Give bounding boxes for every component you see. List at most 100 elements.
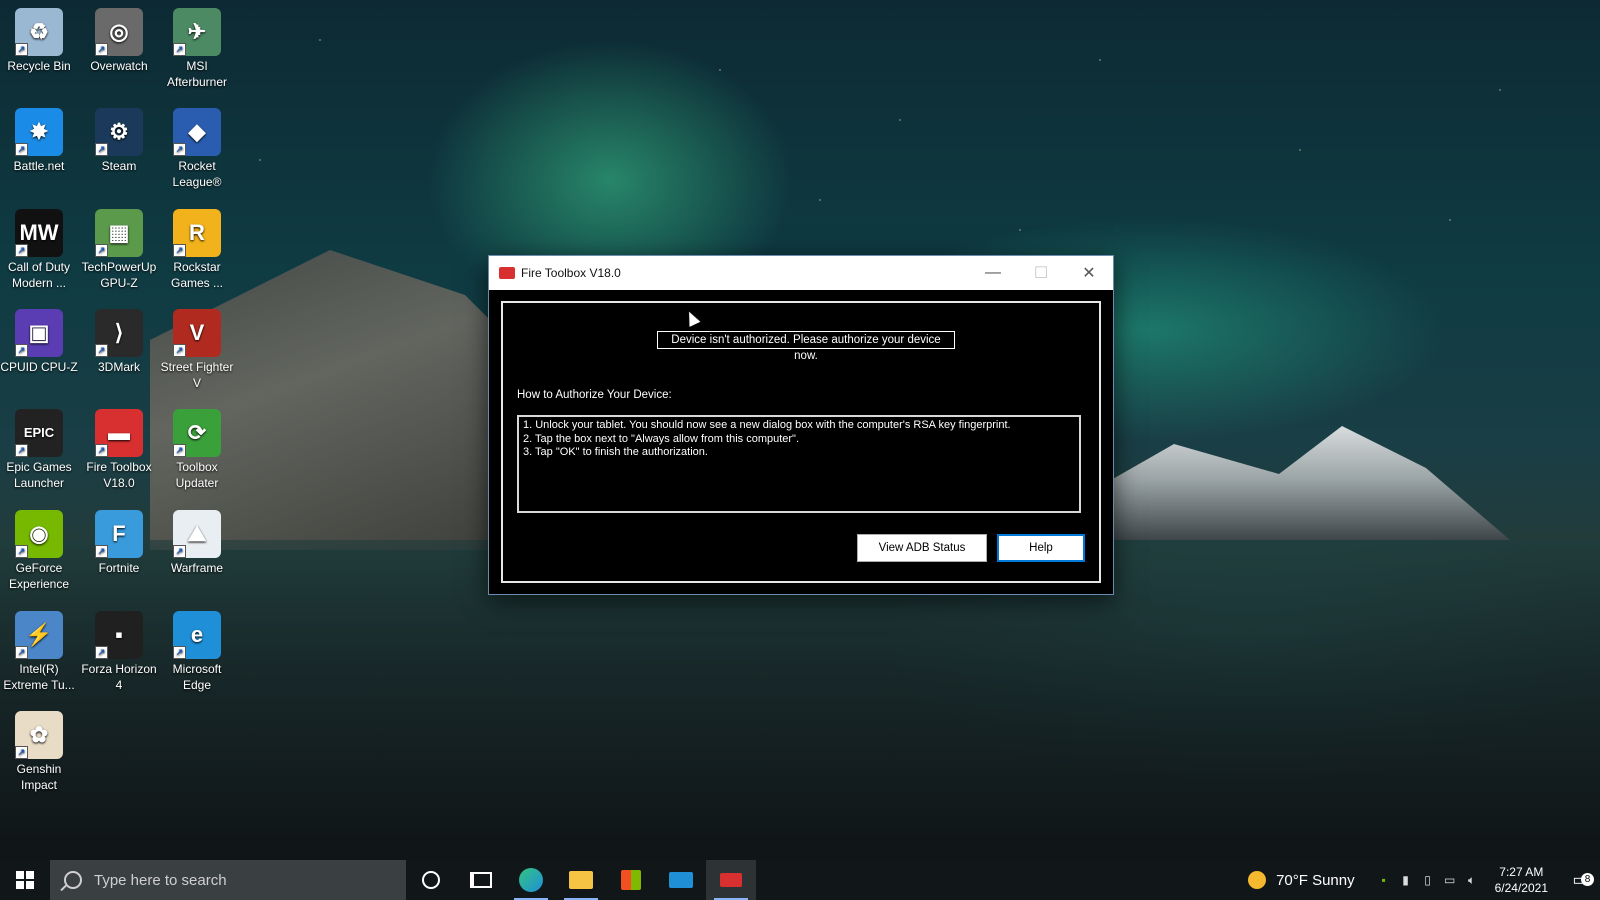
taskbar-file-explorer[interactable] [556, 860, 606, 900]
network-icon[interactable]: ▭ [1439, 860, 1461, 900]
window-title: Fire Toolbox V18.0 [521, 266, 621, 280]
desktop-icon[interactable]: ▣ ↗ CPUID CPU-Z [0, 305, 78, 375]
nvidia-tray-icon[interactable]: ▪ [1373, 860, 1395, 900]
desktop-icon[interactable]: ⚡ ↗ Intel(R) Extreme Tu... [0, 607, 78, 693]
taskbar-edge[interactable] [506, 860, 556, 900]
desktop-icon[interactable]: F ↗ Fortnite [80, 506, 158, 576]
msi-afterburner-icon: ✈ ↗ [173, 8, 221, 56]
battery-icon[interactable]: ▯ [1417, 860, 1439, 900]
wallpaper-mountain-right [1090, 426, 1510, 540]
weather-widget[interactable]: 70°F Sunny [1276, 872, 1355, 889]
desktop-icon-label: 3DMark [97, 360, 140, 374]
cpu-z-icon: ▣ ↗ [15, 309, 63, 357]
task-view-button[interactable] [456, 860, 506, 900]
action-center-button[interactable]: ▭ 8 [1560, 870, 1600, 890]
desktop-icon-label: Call of Duty Modern ... [7, 260, 71, 290]
desktop-icon-label: Epic Games Launcher [6, 460, 72, 490]
desktop-icon-label: Forza Horizon 4 [81, 662, 157, 692]
desktop-icon-label: Recycle Bin [7, 59, 71, 73]
shortcut-arrow-icon: ↗ [95, 344, 108, 357]
shortcut-arrow-icon: ↗ [173, 43, 186, 56]
taskbar-store[interactable] [606, 860, 656, 900]
step-item: 1. Unlock your tablet. You should now se… [523, 419, 1011, 431]
edge-icon [519, 868, 543, 892]
toolbox-icon [499, 267, 515, 279]
cortana-button[interactable] [406, 860, 456, 900]
step-item: 2. Tap the box next to "Always allow fro… [523, 432, 800, 445]
maximize-button[interactable]: ☐ [1017, 256, 1065, 290]
desktop-icon-label: Overwatch [90, 59, 148, 73]
desktop-icon-label: Warframe [170, 561, 224, 575]
minimize-button[interactable]: — [969, 256, 1017, 290]
view-adb-status-button[interactable]: View ADB Status [857, 534, 987, 562]
windows-logo-icon [16, 871, 34, 889]
steps-textbox[interactable]: 1. Unlock your tablet. You should now se… [517, 415, 1081, 513]
shortcut-arrow-icon: ↗ [15, 646, 28, 659]
desktop-icon[interactable]: ⛰ ↗ Warframe [158, 506, 236, 576]
window-titlebar[interactable]: Fire Toolbox V18.0 — ☐ ✕ [489, 256, 1113, 290]
forza-icon: ▪ ↗ [95, 611, 143, 659]
toolbox-icon [720, 873, 742, 887]
fire-toolbox-window: Fire Toolbox V18.0 — ☐ ✕ Device isn't au… [488, 255, 1114, 595]
app-tray-icon[interactable]: ▮ [1395, 860, 1417, 900]
taskbar-fire-toolbox[interactable] [706, 860, 756, 900]
desktop-icon-label: MSI Afterburner [166, 59, 228, 89]
clock[interactable]: 7:27 AM 6/24/2021 [1495, 864, 1548, 896]
steam-icon: ⚙ ↗ [95, 108, 143, 156]
window-controls: — ☐ ✕ [969, 256, 1113, 290]
shortcut-arrow-icon: ↗ [95, 646, 108, 659]
street-fighter-icon: V ↗ [173, 309, 221, 357]
close-button[interactable]: ✕ [1065, 256, 1113, 290]
intel-xtu-icon: ⚡ ↗ [15, 611, 63, 659]
desktop-icon-label: Rockstar Games ... [170, 260, 223, 290]
authorization-panel: Device isn't authorized. Please authoriz… [501, 301, 1101, 583]
gpu-z-icon: ▦ ↗ [95, 209, 143, 257]
battlenet-icon: ✸ ↗ [15, 108, 63, 156]
desktop-icon[interactable]: EPIC ↗ Epic Games Launcher [0, 405, 78, 491]
taskbar-mail[interactable] [656, 860, 706, 900]
clock-time: 7:27 AM [1499, 865, 1544, 879]
system-tray: 70°F Sunny ▪ ▮ ▯ ▭ 🔈︎ 7:27 AM 6/24/2021 … [1248, 860, 1600, 900]
task-view-icon [470, 872, 492, 888]
edge-icon: e ↗ [173, 611, 221, 659]
desktop-icon-label: Street Fighter V [160, 360, 234, 390]
rocket-league-icon: ◆ ↗ [173, 108, 221, 156]
shortcut-arrow-icon: ↗ [95, 43, 108, 56]
desktop-icon-label: Rocket League® [172, 159, 222, 189]
notification-count: 8 [1581, 873, 1594, 886]
desktop-icon[interactable]: ◆ ↗ Rocket League® [158, 104, 236, 190]
desktop-icon[interactable]: ▪ ↗ Forza Horizon 4 [80, 607, 158, 693]
desktop-icon[interactable]: ▦ ↗ TechPowerUp GPU-Z [80, 205, 158, 291]
desktop-icon[interactable]: MW ↗ Call of Duty Modern ... [0, 205, 78, 291]
sun-icon [1248, 871, 1267, 889]
desktop-icon[interactable]: ✸ ↗ Battle.net [0, 104, 78, 174]
desktop-icon[interactable]: ✿ ↗ Genshin Impact [0, 707, 78, 793]
desktop-icon[interactable]: ◉ ↗ GeForce Experience [0, 506, 78, 592]
warframe-icon: ⛰ ↗ [173, 510, 221, 558]
3dmark-icon: ⟩ ↗ [95, 309, 143, 357]
shortcut-arrow-icon: ↗ [173, 545, 186, 558]
toolbox-updater-icon: ⟳ ↗ [173, 409, 221, 457]
desktop-icon[interactable]: ⟩ ↗ 3DMark [80, 305, 158, 375]
desktop-icon-label: CPUID CPU-Z [0, 360, 78, 374]
shortcut-arrow-icon: ↗ [15, 344, 28, 357]
desktop-icon[interactable]: V ↗ Street Fighter V [158, 305, 236, 391]
help-button[interactable]: Help [997, 534, 1085, 562]
desktop-icon[interactable]: ▬ ↗ Fire Toolbox V18.0 [80, 405, 158, 491]
desktop-icon[interactable]: ♻ ↗ Recycle Bin [0, 4, 78, 74]
volume-icon[interactable]: 🔈︎ [1461, 860, 1483, 900]
shortcut-arrow-icon: ↗ [173, 244, 186, 257]
desktop-icon[interactable]: R ↗ Rockstar Games ... [158, 205, 236, 291]
search-icon [64, 871, 82, 889]
desktop-icon[interactable]: ◎ ↗ Overwatch [80, 4, 158, 74]
desktop-icon[interactable]: ⟳ ↗ Toolbox Updater [158, 405, 236, 491]
desktop-icon[interactable]: ✈ ↗ MSI Afterburner [158, 4, 236, 90]
desktop-icon-label: Microsoft Edge [172, 662, 222, 692]
desktop-icon[interactable]: ⚙ ↗ Steam [80, 104, 158, 174]
desktop-icon[interactable]: e ↗ Microsoft Edge [158, 607, 236, 693]
start-button[interactable] [0, 860, 50, 900]
shortcut-arrow-icon: ↗ [173, 444, 186, 457]
rockstar-icon: R ↗ [173, 209, 221, 257]
shortcut-arrow-icon: ↗ [95, 545, 108, 558]
search-input[interactable]: Type here to search [50, 860, 406, 900]
